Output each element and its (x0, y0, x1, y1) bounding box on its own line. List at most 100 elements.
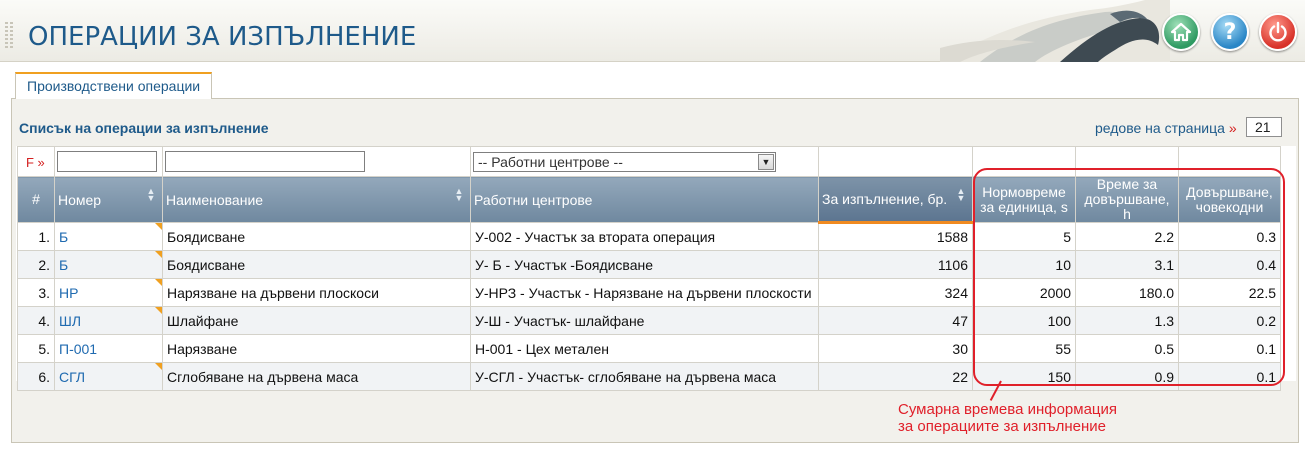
row-index: 4. (17, 306, 55, 335)
operation-code-link[interactable]: Б (54, 250, 163, 279)
annotation-text: Сумарна времева информация за операциите… (898, 401, 1117, 435)
row-index: 6. (17, 362, 55, 391)
norm-time: 2000 (972, 278, 1076, 307)
quantity: 1588 (818, 222, 973, 251)
filter-label: F » (26, 154, 45, 170)
home-button[interactable] (1162, 13, 1200, 51)
man-days: 0.2 (1178, 306, 1281, 335)
work-center-select[interactable]: -- Работни центрове -- ▼ (473, 151, 776, 172)
filter-row: F » -- Работни центрове -- ▼ (17, 146, 1281, 177)
column-header-norm-time-line2: за единица, s (980, 198, 1068, 215)
operation-name: Нарязване (162, 334, 471, 363)
column-header-index: # (17, 176, 55, 223)
rows-per-page-input[interactable]: 21 (1246, 117, 1282, 137)
column-header-man-days-line2: човекодни (1195, 198, 1264, 215)
table-row[interactable]: 2. Б Боядисване У- Б - Участък -Боядисва… (17, 250, 1281, 279)
operation-code: Б (59, 228, 69, 245)
man-days: 0.3 (1178, 222, 1281, 251)
work-center-select-value: -- Работни центрове -- (478, 153, 623, 170)
operation-code-link[interactable]: П-001 (54, 334, 163, 363)
work-center: У-Ш - Участък- шлайфане (470, 306, 819, 335)
operation-code: ШЛ (59, 312, 82, 329)
annotation-line-1: Сумарна времева информация (898, 401, 1118, 418)
time-left: 0.9 (1075, 362, 1179, 391)
operation-code: НР (59, 284, 79, 301)
quantity: 47 (818, 306, 973, 335)
column-header-time-left-line2: довършване, h (1084, 191, 1170, 222)
sort-icon[interactable]: ▲ ▼ (955, 187, 967, 203)
operation-name: Боядисване (162, 250, 471, 279)
filter-empty-cell (1075, 146, 1179, 177)
time-left: 1.3 (1075, 306, 1179, 335)
operation-code: Б (59, 256, 69, 273)
help-icon: ? (1223, 19, 1237, 45)
row-index: 1. (17, 222, 55, 251)
norm-time: 150 (972, 362, 1076, 391)
corner-marker-icon (155, 363, 162, 370)
work-center: У-СГЛ - Участък- сглобяване на дървена м… (470, 362, 819, 391)
table-row[interactable]: 5. П-001 Нарязване Н-001 - Цех метален 3… (17, 334, 1281, 363)
man-days: 0.1 (1178, 334, 1281, 363)
operation-code-link[interactable]: Б (54, 222, 163, 251)
column-header-time-left: Време за довършване, h (1075, 176, 1179, 223)
column-header-time-left-line1: Време за (1096, 176, 1158, 192)
row-index: 5. (17, 334, 55, 363)
column-header-name[interactable]: Наименование ▲ ▼ (162, 176, 471, 223)
column-header-work-centers[interactable]: Работни центрове (470, 176, 819, 223)
operation-code-link[interactable]: ШЛ (54, 306, 163, 335)
column-header-code-label: Номер (58, 191, 102, 208)
filter-empty-cell (1178, 146, 1281, 177)
corner-marker-icon (155, 307, 162, 314)
filter-name-input[interactable] (165, 151, 365, 172)
table-row[interactable]: 3. НР Нарязване на дървени плоскоси У-НР… (17, 278, 1281, 307)
quantity: 1106 (818, 250, 973, 279)
work-center: У- Б - Участък -Боядисване (470, 250, 819, 279)
page-title: ОПЕРАЦИИ ЗА ИЗПЪЛНЕНИЕ (28, 22, 417, 52)
rows-per-page-marker: » (1228, 120, 1237, 136)
table-row[interactable]: 4. ШЛ Шлайфане У-Ш - Участък- шлайфане 4… (17, 306, 1281, 335)
operation-name: Шлайфане (162, 306, 471, 335)
column-header-name-label: Наименование (166, 191, 264, 208)
row-index: 3. (17, 278, 55, 307)
operation-code-link[interactable]: НР (54, 278, 163, 307)
quantity: 22 (818, 362, 973, 391)
help-button[interactable]: ? (1211, 13, 1249, 51)
annotation-line-2: за операциите за изпълнение (898, 418, 1106, 435)
filter-code-input[interactable] (57, 151, 157, 172)
column-header-quantity[interactable]: За изпълнение, бр. ▲ ▼ (818, 176, 973, 224)
rows-per-page-text: редове на страница (1095, 120, 1225, 136)
column-header-code[interactable]: Номер ▲ ▼ (54, 176, 163, 223)
operation-code: П-001 (59, 340, 98, 357)
rows-per-page-label: редове на страница » (1095, 120, 1237, 136)
work-center: У-002 - Участък за втората операция (470, 222, 819, 251)
time-left: 180.0 (1075, 278, 1179, 307)
column-header-norm-time: Нормовреме за единица, s (972, 176, 1076, 223)
home-icon (1170, 22, 1192, 42)
logout-button[interactable] (1259, 13, 1297, 51)
norm-time: 55 (972, 334, 1076, 363)
operation-code-link[interactable]: СГЛ (54, 362, 163, 391)
quantity: 324 (818, 278, 973, 307)
table-row[interactable]: 6. СГЛ Сглобяване на дървена маса У-СГЛ … (17, 362, 1281, 391)
row-index: 2. (17, 250, 55, 279)
norm-time: 5 (972, 222, 1076, 251)
table-row[interactable]: 1. Б Боядисване У-002 - Участък за втора… (17, 222, 1281, 251)
header-grip (10, 22, 13, 50)
sort-icon[interactable]: ▲ ▼ (145, 187, 157, 203)
filter-empty-cell (818, 146, 973, 177)
norm-time: 100 (972, 306, 1076, 335)
list-title: Списък на операции за изпълнение (19, 120, 269, 136)
time-left: 0.5 (1075, 334, 1179, 363)
tab-production-operations[interactable]: Производствени операции (15, 72, 213, 99)
operation-name: Боядисване (162, 222, 471, 251)
power-icon (1269, 21, 1287, 42)
norm-time: 10 (972, 250, 1076, 279)
chevron-down-icon: ▼ (758, 153, 774, 170)
work-center: Н-001 - Цех метален (470, 334, 819, 363)
column-header-quantity-label: За изпълнение, бр. (822, 191, 948, 207)
man-days: 22.5 (1178, 278, 1281, 307)
time-left: 3.1 (1075, 250, 1179, 279)
sort-icon[interactable]: ▲ ▼ (453, 187, 465, 203)
man-days: 0.4 (1178, 250, 1281, 279)
bird-logo-icon (940, 0, 1170, 62)
